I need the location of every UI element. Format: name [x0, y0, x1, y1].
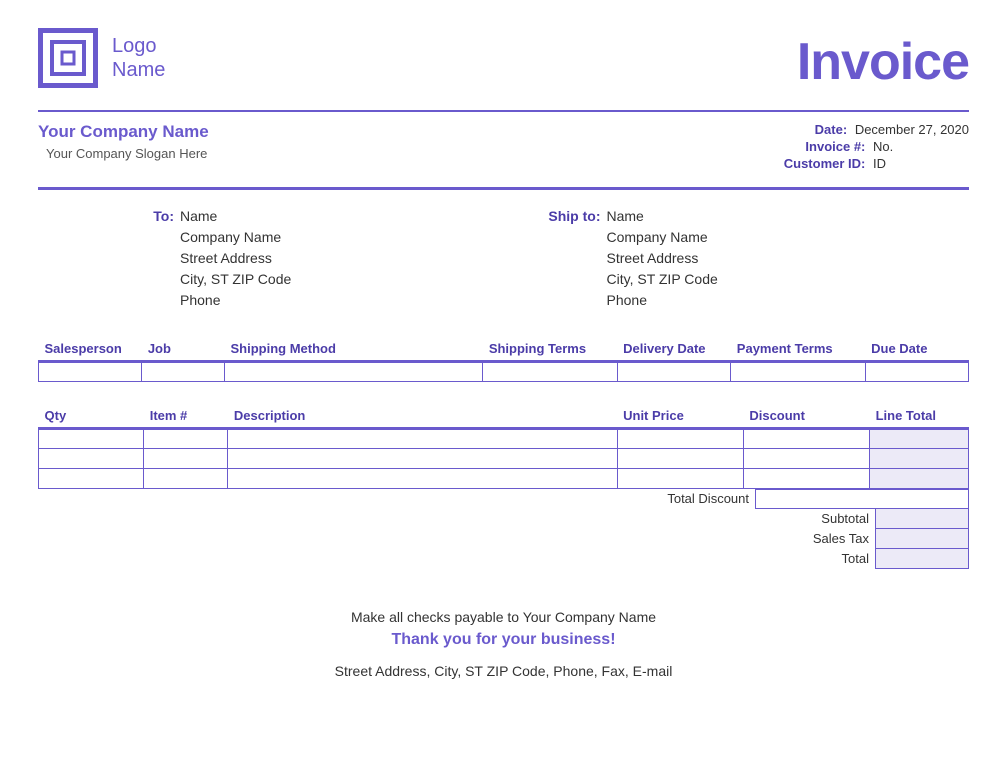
sales-tax-label: Sales Tax	[813, 529, 875, 549]
cell-shipping-terms[interactable]	[483, 362, 617, 382]
th-delivery-date: Delivery Date	[617, 337, 731, 362]
th-payment-terms: Payment Terms	[731, 337, 865, 362]
ship-to-label: Ship to:	[543, 206, 607, 227]
total-discount-value[interactable]	[755, 489, 969, 509]
addresses-row: To: Name Company Name Street Address Cit…	[38, 206, 969, 311]
subtotal-label: Subtotal	[821, 509, 875, 529]
footer: Make all checks payable to Your Company …	[38, 609, 969, 679]
th-job: Job	[142, 337, 225, 362]
cell-discount[interactable]	[743, 449, 869, 469]
bill-to-city: City, ST ZIP Code	[180, 269, 291, 290]
header-row: Logo Name Invoice	[38, 28, 969, 92]
ship-row	[39, 362, 969, 382]
th-line-total: Line Total	[870, 404, 969, 429]
company-info: Your Company Name Your Company Slogan He…	[38, 122, 209, 173]
th-salesperson: Salesperson	[39, 337, 142, 362]
cell-item-num[interactable]	[144, 449, 228, 469]
ship-to-city: City, ST ZIP Code	[607, 269, 718, 290]
bill-to-company: Company Name	[180, 227, 281, 248]
date-label: Date:	[815, 122, 848, 137]
cell-payment-terms[interactable]	[731, 362, 865, 382]
footer-checks: Make all checks payable to Your Company …	[38, 609, 969, 625]
ship-to-company: Company Name	[607, 227, 708, 248]
item-row	[39, 469, 969, 489]
date-value: December 27, 2020	[851, 122, 969, 137]
items-table: Qty Item # Description Unit Price Discou…	[38, 404, 969, 489]
th-unit-price: Unit Price	[617, 404, 743, 429]
cell-salesperson[interactable]	[39, 362, 142, 382]
th-shipping-terms: Shipping Terms	[483, 337, 617, 362]
logo-block: Logo Name	[38, 28, 165, 88]
invoice-title: Invoice	[797, 32, 969, 92]
th-due-date: Due Date	[865, 337, 968, 362]
logo-line1: Logo	[112, 34, 165, 58]
customer-id-value: ID	[869, 156, 969, 171]
cell-qty[interactable]	[39, 429, 144, 449]
cell-line-total[interactable]	[870, 449, 969, 469]
bill-to-street: Street Address	[180, 248, 272, 269]
cell-description[interactable]	[228, 469, 617, 489]
sales-tax-value[interactable]	[875, 529, 969, 549]
cell-due-date[interactable]	[865, 362, 968, 382]
logo-icon	[38, 28, 98, 88]
bill-to-block: To: Name Company Name Street Address Cit…	[116, 206, 543, 311]
th-qty: Qty	[39, 404, 144, 429]
th-shipping-method: Shipping Method	[224, 337, 482, 362]
th-discount: Discount	[743, 404, 869, 429]
ship-to-street: Street Address	[607, 248, 699, 269]
item-row	[39, 429, 969, 449]
subtotal-value[interactable]	[875, 509, 969, 529]
cell-unit-price[interactable]	[617, 429, 743, 449]
total-discount-label: Total Discount	[667, 489, 755, 509]
cell-line-total[interactable]	[870, 429, 969, 449]
footer-thanks: Thank you for your business!	[38, 631, 969, 649]
invoice-meta: Date: December 27, 2020 Invoice #: No. C…	[784, 122, 969, 173]
th-item-num: Item #	[144, 404, 228, 429]
cell-delivery-date[interactable]	[617, 362, 731, 382]
invoice-num-label: Invoice #:	[805, 139, 865, 154]
company-slogan: Your Company Slogan Here	[38, 146, 209, 161]
ship-to-block: Ship to: Name Company Name Street Addres…	[543, 206, 970, 311]
logo-text: Logo Name	[112, 34, 165, 82]
item-row	[39, 449, 969, 469]
company-meta-row: Your Company Name Your Company Slogan He…	[38, 122, 969, 173]
company-name: Your Company Name	[38, 122, 209, 142]
ship-to-phone: Phone	[607, 290, 647, 311]
cell-shipping-method[interactable]	[224, 362, 482, 382]
cell-unit-price[interactable]	[617, 449, 743, 469]
ship-to-name: Name	[607, 206, 644, 227]
cell-description[interactable]	[228, 429, 617, 449]
th-description: Description	[228, 404, 617, 429]
cell-qty[interactable]	[39, 449, 144, 469]
cell-description[interactable]	[228, 449, 617, 469]
total-label: Total	[842, 549, 875, 569]
customer-id-label: Customer ID:	[784, 156, 866, 171]
cell-job[interactable]	[142, 362, 225, 382]
footer-contact: Street Address, City, ST ZIP Code, Phone…	[38, 663, 969, 679]
cell-line-total[interactable]	[870, 469, 969, 489]
bill-to-name: Name	[180, 206, 217, 227]
divider-top	[38, 110, 969, 112]
bill-to-label: To:	[116, 206, 180, 227]
cell-item-num[interactable]	[144, 429, 228, 449]
cell-unit-price[interactable]	[617, 469, 743, 489]
cell-qty[interactable]	[39, 469, 144, 489]
bill-to-phone: Phone	[180, 290, 220, 311]
logo-line2: Name	[112, 58, 165, 82]
shipping-details-table: Salesperson Job Shipping Method Shipping…	[38, 337, 969, 382]
total-value[interactable]	[875, 549, 969, 569]
cell-discount[interactable]	[743, 429, 869, 449]
cell-item-num[interactable]	[144, 469, 228, 489]
divider-thick	[38, 187, 969, 190]
cell-discount[interactable]	[743, 469, 869, 489]
invoice-num-value: No.	[869, 139, 969, 154]
totals-section: Total Discount Subtotal Sales Tax Total	[38, 489, 969, 569]
